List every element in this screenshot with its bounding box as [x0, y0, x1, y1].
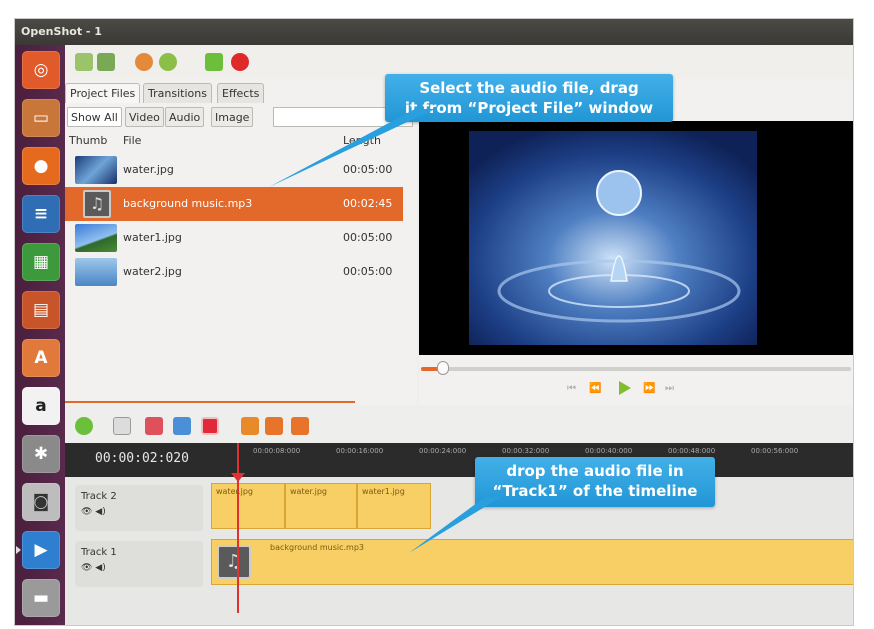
screenshot-frame: OpenShot - 1 ◎ ▭ ● ≡ ▦ ▤ A a ✱ ◙ ▶ ▬ Pro…	[14, 18, 854, 626]
timeline-toolbar	[65, 409, 853, 443]
tab-project-files[interactable]: Project Files	[65, 83, 141, 103]
launcher-active-indicator-icon	[16, 546, 21, 554]
launcher-firefox-icon[interactable]: ●	[22, 147, 60, 185]
track-header-track2[interactable]: Track 2 👁 ◀)	[75, 485, 203, 531]
fast-forward-icon[interactable]: ⏩	[643, 383, 655, 394]
launcher-files-icon[interactable]: ▭	[22, 99, 60, 137]
redo-icon[interactable]	[159, 53, 177, 71]
pointer-tool-icon[interactable]	[113, 417, 131, 435]
file-name: water1.jpg	[123, 231, 182, 244]
launcher-calc-icon[interactable]: ▦	[22, 243, 60, 281]
ruler-tick: 00:00:56:000	[751, 447, 799, 455]
track-name: Track 2	[81, 491, 117, 502]
audio-clip[interactable]: background music.mp3	[211, 539, 853, 585]
seek-handle[interactable]	[437, 361, 449, 375]
add-icon[interactable]	[75, 417, 93, 435]
playhead[interactable]	[237, 443, 239, 613]
visibility-audio-icon[interactable]: 👁 ◀)	[81, 507, 106, 517]
resize-tool-icon[interactable]	[173, 417, 191, 435]
filter-video[interactable]: Video	[125, 107, 164, 127]
filter-image[interactable]: Image	[211, 107, 254, 127]
playhead-marker-icon[interactable]	[231, 473, 245, 482]
ruler-tick: 00:00:40:000	[585, 447, 633, 455]
launcher-impress-icon[interactable]: ▤	[22, 291, 60, 329]
callout-line: Select the audio file, drag	[419, 79, 639, 97]
timecode-display: 00:00:02:020	[95, 451, 189, 466]
track-header-track1[interactable]: Track 1 👁 ◀)	[75, 541, 203, 587]
launcher-media-player-icon[interactable]: ▶	[22, 531, 60, 569]
filter-show-all[interactable]: Show All	[67, 107, 122, 127]
new-project-icon[interactable]	[75, 53, 93, 71]
tab-transitions[interactable]: Transitions	[143, 83, 212, 103]
file-name: water.jpg	[123, 163, 174, 176]
panel-divider	[65, 401, 355, 403]
rewind-icon[interactable]: ⏪	[589, 383, 601, 394]
file-row-selected[interactable]: ♫ background music.mp3 00:02:45	[65, 187, 403, 221]
window-titlebar: OpenShot - 1	[15, 19, 853, 45]
image-thumbnail	[75, 156, 117, 184]
tab-effects[interactable]: Effects	[217, 83, 265, 103]
column-file[interactable]: File	[123, 134, 141, 147]
water-drop-frame	[469, 131, 757, 345]
import-files-icon[interactable]	[97, 53, 115, 71]
callout-line: “Track1” of the timeline	[492, 482, 698, 500]
next-marker-icon[interactable]	[291, 417, 309, 435]
launcher-writer-icon[interactable]: ≡	[22, 195, 60, 233]
video-preview	[419, 121, 853, 355]
filter-audio[interactable]: Audio	[165, 107, 205, 127]
launcher-drive-icon[interactable]: ▬	[22, 579, 60, 617]
window-title: OpenShot - 1	[21, 25, 102, 38]
file-length: 00:02:45	[343, 197, 393, 210]
play-button[interactable]	[619, 381, 631, 395]
snap-magnet-icon[interactable]	[201, 417, 219, 435]
file-length: 00:05:00	[343, 231, 393, 244]
seek-bar[interactable]	[421, 367, 851, 371]
ruler-tick: 00:00:24:000	[419, 447, 467, 455]
visibility-audio-icon[interactable]: 👁 ◀)	[81, 563, 106, 573]
launcher-amazon-icon[interactable]: a	[22, 387, 60, 425]
add-marker-icon[interactable]	[241, 417, 259, 435]
file-name: background music.mp3	[123, 197, 253, 210]
ruler-tick: 00:00:48:000	[668, 447, 716, 455]
music-note-icon: ♫	[83, 190, 111, 218]
launcher-ubuntu-dash-icon[interactable]: ◎	[22, 51, 60, 89]
video-preview-panel: ⏮ ⏪ ⏩ ⏭	[419, 79, 853, 405]
callout-pointer-bottom	[409, 497, 501, 553]
ruler-tick: 00:00:32:000	[502, 447, 550, 455]
image-thumbnail	[75, 258, 117, 286]
callout-drop-audio: drop the audio file in “Track1” of the t…	[475, 457, 715, 507]
clip-label: background music.mp3	[270, 543, 365, 552]
file-length: 00:05:00	[343, 265, 393, 278]
callout-pointer-top	[269, 109, 435, 187]
add-track-icon[interactable]	[205, 53, 223, 71]
launcher-software-center-icon[interactable]: A	[22, 339, 60, 377]
timeline-clip[interactable]: water.jpg	[211, 483, 285, 529]
record-icon[interactable]	[231, 53, 249, 71]
file-row[interactable]: water1.jpg 00:05:00	[65, 221, 403, 255]
file-name: water2.jpg	[123, 265, 182, 278]
unity-launcher: ◎ ▭ ● ≡ ▦ ▤ A a ✱ ◙ ▶ ▬	[15, 45, 65, 625]
ruler-tick: 00:00:08:000	[253, 447, 301, 455]
launcher-settings-icon[interactable]: ✱	[22, 435, 60, 473]
image-thumbnail	[75, 224, 117, 252]
callout-line: drop the audio file in	[506, 462, 684, 480]
music-note-icon: ♫	[217, 545, 251, 579]
razor-tool-icon[interactable]	[145, 417, 163, 435]
launcher-camera-icon[interactable]: ◙	[22, 483, 60, 521]
column-thumb[interactable]: Thumb	[69, 134, 107, 147]
timeline-clip[interactable]: water.jpg	[285, 483, 357, 529]
file-row[interactable]: water2.jpg 00:05:00	[65, 255, 403, 289]
jump-end-icon[interactable]: ⏭	[665, 383, 674, 394]
undo-icon[interactable]	[135, 53, 153, 71]
ruler-tick: 00:00:16:000	[336, 447, 384, 455]
timeline-ruler[interactable]: 00:00:02:020 00:00:08:000 00:00:16:000 0…	[65, 443, 853, 477]
jump-start-icon[interactable]: ⏮	[567, 383, 576, 394]
track-name: Track 1	[81, 547, 117, 558]
previous-marker-icon[interactable]	[265, 417, 283, 435]
